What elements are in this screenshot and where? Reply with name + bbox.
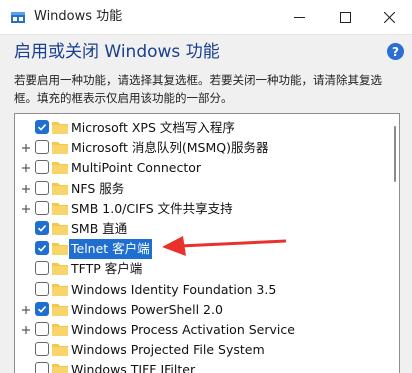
dialog-heading: 启用或关闭 Windows 功能 bbox=[14, 42, 220, 62]
expand-icon[interactable] bbox=[21, 184, 31, 194]
feature-checkbox[interactable] bbox=[35, 241, 49, 256]
feature-label: Microsoft XPS 文档写入程序 bbox=[71, 120, 235, 135]
folder-icon bbox=[52, 263, 68, 276]
minimize-button[interactable] bbox=[276, 0, 322, 34]
feature-row[interactable]: NFS 服务 bbox=[15, 179, 399, 199]
feature-label: Windows PowerShell 2.0 bbox=[71, 301, 223, 317]
folder-icon bbox=[52, 202, 68, 215]
scrollbar-thumb[interactable] bbox=[392, 126, 398, 182]
help-icon[interactable]: ? bbox=[387, 43, 404, 60]
title-bar[interactable]: Windows 功能 bbox=[0, 0, 412, 35]
feature-row[interactable]: Microsoft 消息队列(MSMQ)服务器 bbox=[15, 138, 399, 158]
feature-label: SMB 1.0/CIFS 文件共享支持 bbox=[71, 200, 233, 216]
feature-label: Windows Projected File System bbox=[71, 342, 265, 358]
feature-checkbox[interactable] bbox=[35, 362, 49, 373]
feature-label: NFS 服务 bbox=[71, 180, 125, 196]
checkmark-icon bbox=[37, 124, 47, 131]
expand-icon[interactable] bbox=[21, 204, 31, 214]
feature-checkbox[interactable] bbox=[35, 120, 49, 134]
feature-checkbox[interactable] bbox=[35, 200, 49, 215]
feature-label: Microsoft 消息队列(MSMQ)服务器 bbox=[71, 140, 269, 156]
feature-row[interactable]: MultiPoint Connector bbox=[15, 158, 399, 178]
checkmark-icon bbox=[37, 245, 47, 252]
feature-label: TFTP 客户端 bbox=[71, 261, 143, 277]
feature-checkbox[interactable] bbox=[35, 160, 49, 175]
folder-icon bbox=[52, 344, 68, 357]
checkmark-icon bbox=[37, 305, 47, 313]
folder-icon bbox=[52, 142, 68, 155]
folder-icon bbox=[52, 364, 68, 373]
minimize-icon bbox=[293, 16, 305, 18]
feature-label: Windows TIFF IFilter bbox=[71, 362, 196, 373]
checkmark-icon bbox=[37, 225, 47, 232]
feature-checkbox[interactable] bbox=[35, 342, 49, 357]
feature-row[interactable]: Microsoft XPS 文档写入程序 bbox=[15, 118, 399, 138]
folder-icon bbox=[52, 122, 68, 134]
feature-checkbox[interactable] bbox=[35, 261, 49, 276]
feature-checkbox[interactable] bbox=[35, 140, 49, 155]
feature-checkbox[interactable] bbox=[35, 281, 49, 296]
feature-checkbox[interactable] bbox=[35, 301, 49, 316]
feature-row[interactable]: TFTP 客户端 bbox=[15, 259, 399, 279]
feature-row[interactable]: SMB 直通 bbox=[15, 219, 399, 239]
feature-label: SMB 直通 bbox=[71, 221, 128, 236]
feature-label: Windows Identity Foundation 3.5 bbox=[71, 281, 277, 297]
close-icon bbox=[383, 11, 395, 23]
expand-icon[interactable] bbox=[21, 305, 31, 315]
feature-row[interactable]: Telnet 客户端 bbox=[15, 239, 399, 260]
feature-row[interactable]: Windows Identity Foundation 3.5 bbox=[15, 280, 399, 300]
window-title: Windows 功能 bbox=[34, 9, 123, 24]
feature-label: Telnet 客户端 bbox=[69, 239, 152, 260]
folder-icon bbox=[52, 324, 68, 336]
windows-features-icon bbox=[11, 12, 25, 23]
folder-icon bbox=[52, 283, 68, 296]
feature-row[interactable]: Windows Projected File System bbox=[15, 340, 399, 360]
folder-icon bbox=[52, 182, 68, 195]
close-button[interactable] bbox=[366, 0, 412, 34]
feature-row[interactable]: Windows Process Activation Service bbox=[15, 320, 399, 340]
expand-icon[interactable] bbox=[21, 325, 31, 335]
folder-icon bbox=[52, 243, 68, 256]
feature-row[interactable]: Windows TIFF IFilter bbox=[15, 360, 399, 373]
windows-features-dialog: Windows 功能 启用或关闭 Windows 功能 ? 若要启用一种功能，请… bbox=[0, 0, 412, 373]
expand-icon[interactable] bbox=[21, 163, 31, 173]
folder-icon bbox=[52, 162, 68, 175]
folder-icon bbox=[52, 223, 68, 235]
dialog-description: 若要启用一种功能，请选择其复选框。若要关闭一种功能，请清除其复选框。填充的框表示… bbox=[14, 73, 382, 105]
maximize-icon bbox=[339, 11, 351, 23]
folder-icon bbox=[52, 303, 68, 316]
feature-row[interactable]: SMB 1.0/CIFS 文件共享支持 bbox=[15, 199, 399, 219]
maximize-button[interactable] bbox=[322, 0, 368, 34]
feature-checkbox[interactable] bbox=[35, 221, 49, 235]
feature-label: Windows Process Activation Service bbox=[71, 322, 295, 337]
features-tree[interactable]: Microsoft XPS 文档写入程序 Microsoft 消息队列(MSMQ)… bbox=[14, 113, 400, 373]
feature-row[interactable]: Windows PowerShell 2.0 bbox=[15, 300, 399, 320]
feature-label: MultiPoint Connector bbox=[71, 160, 202, 176]
feature-checkbox[interactable] bbox=[35, 322, 49, 336]
feature-checkbox[interactable] bbox=[35, 180, 49, 195]
expand-icon[interactable] bbox=[21, 143, 31, 153]
